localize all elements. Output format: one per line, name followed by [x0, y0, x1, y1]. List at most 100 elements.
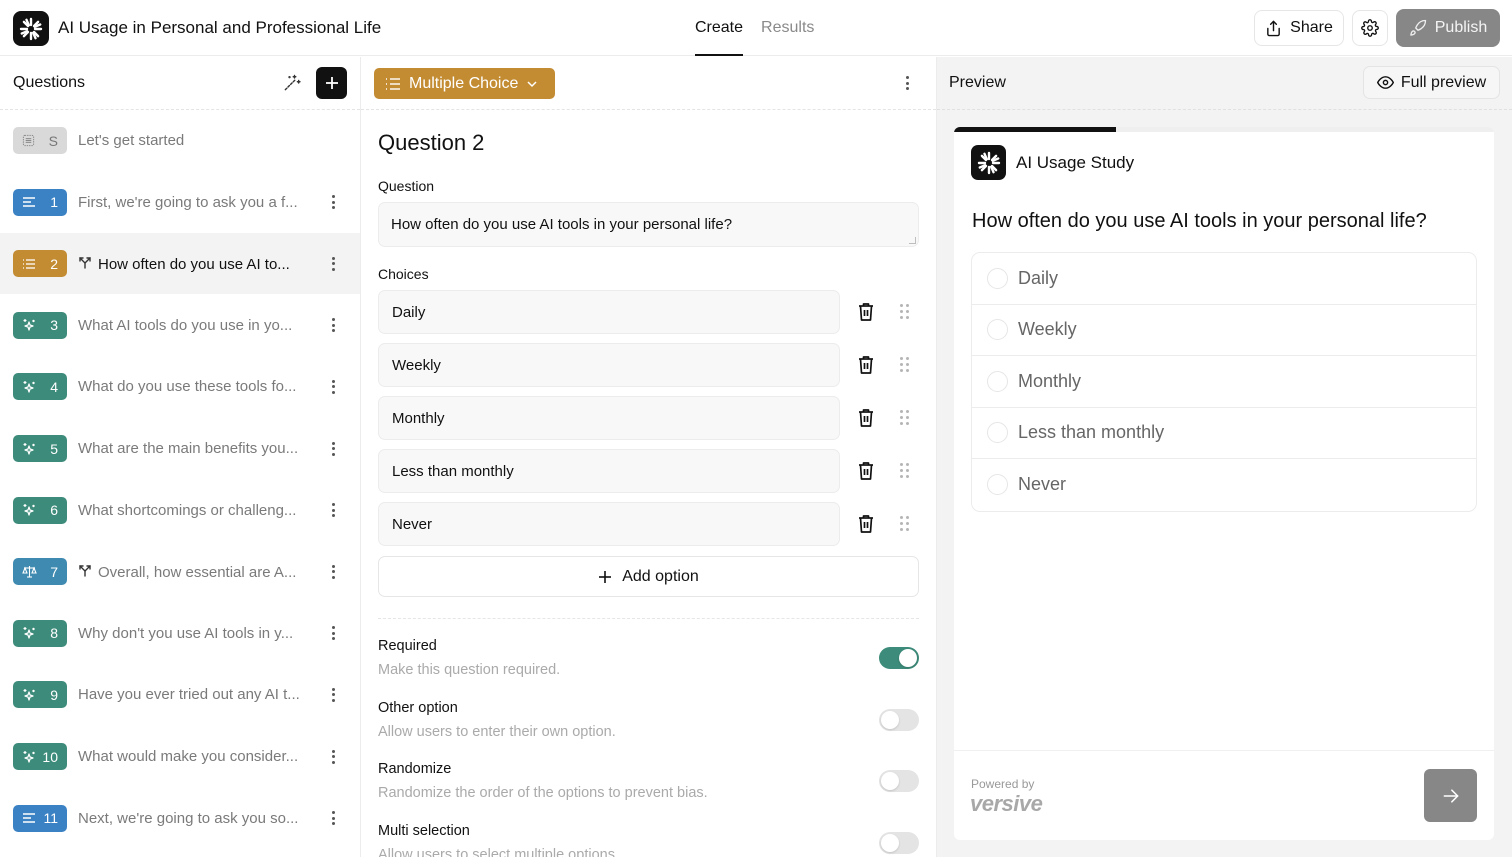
publish-button[interactable]: Publish — [1396, 9, 1500, 47]
brand-logo: versive — [970, 791, 1043, 816]
question-item-11[interactable]: 11 Next, we're going to ask you so... — [0, 788, 360, 849]
question-label: Question — [378, 178, 435, 194]
question-item-6[interactable]: 6 What shortcomings or challeng... — [0, 480, 360, 541]
question-item-label: First, we're going to ask you a f... — [78, 193, 298, 211]
tab-results[interactable]: Results — [761, 0, 814, 56]
choice-input[interactable]: Less than monthly — [378, 449, 840, 493]
trash-icon[interactable] — [857, 408, 875, 428]
toggle-multi-selection[interactable] — [879, 832, 919, 855]
question-item-menu[interactable] — [326, 623, 340, 643]
radio-button[interactable] — [987, 474, 1008, 496]
question-badge: 5 — [13, 435, 67, 462]
branch-logic-icon — [78, 255, 92, 272]
question-item-1[interactable]: 1 First, we're going to ask you a f... — [0, 172, 360, 233]
question-item-5[interactable]: 5 What are the main benefits you... — [0, 418, 360, 479]
question-item-menu[interactable] — [326, 192, 340, 212]
radio-button[interactable] — [987, 422, 1008, 444]
share-label: Share — [1290, 19, 1333, 36]
preview-option[interactable]: Weekly — [972, 305, 1476, 356]
toggle-other-option[interactable] — [879, 708, 919, 731]
question-badge: 7 — [13, 558, 67, 586]
question-editor: Multiple Choice Question 2 Question How … — [361, 57, 937, 857]
question-number: 5 — [50, 440, 58, 457]
choice-input[interactable]: Never — [378, 502, 840, 546]
question-item-menu[interactable] — [326, 562, 340, 582]
question-options-menu[interactable] — [900, 73, 914, 93]
question-badge: 6 — [13, 496, 67, 524]
question-item-text: Have you ever tried out any AI t... — [78, 686, 300, 703]
question-item-menu[interactable] — [326, 808, 340, 828]
question-item-menu[interactable] — [326, 315, 340, 335]
trash-icon[interactable] — [857, 355, 875, 375]
radio-button[interactable] — [987, 267, 1008, 289]
drag-handle-icon[interactable] — [900, 463, 910, 479]
question-item-menu[interactable] — [326, 747, 340, 767]
toggle-randomize[interactable] — [879, 770, 919, 793]
question-item-4[interactable]: 4 What do you use these tools fo... — [0, 356, 360, 417]
preview-option-label: Less than monthly — [1018, 422, 1165, 443]
powered-by-text: Powered by — [971, 777, 1035, 791]
question-item-7[interactable]: 7 Overall, how essential are A... — [0, 541, 360, 602]
question-type-dropdown[interactable]: Multiple Choice — [374, 68, 555, 99]
question-item-label: What are the main benefits you... — [78, 440, 299, 457]
question-item-menu[interactable] — [326, 500, 340, 520]
sparkles-icon — [22, 380, 36, 394]
preview-option[interactable]: Monthly — [972, 356, 1476, 408]
trash-icon[interactable] — [857, 302, 875, 322]
radio-button[interactable] — [987, 319, 1008, 341]
trash-icon[interactable] — [857, 461, 875, 481]
full-preview-button[interactable]: Full preview — [1363, 66, 1500, 99]
sunburst-logo-icon — [977, 151, 1000, 174]
question-textarea[interactable]: How often do you use AI tools in your pe… — [378, 202, 919, 247]
add-question-button[interactable] — [316, 67, 347, 99]
question-number: S — [48, 132, 58, 149]
sparkles-icon — [22, 318, 36, 332]
setting-description: Make this question required. — [378, 662, 561, 678]
question-item-menu[interactable] — [326, 254, 340, 274]
preview-option[interactable]: Never — [972, 459, 1476, 511]
tab-create[interactable]: Create — [695, 0, 744, 56]
question-badge: S — [13, 127, 67, 154]
choice-input[interactable]: Weekly — [378, 343, 840, 387]
share-button[interactable]: Share — [1254, 10, 1344, 46]
radio-button[interactable] — [987, 370, 1008, 392]
resize-handle[interactable] — [909, 237, 916, 244]
question-item-s[interactable]: S Let's get started — [0, 110, 360, 171]
app-logo — [13, 11, 49, 46]
drag-handle-icon[interactable] — [900, 516, 910, 532]
question-item-3[interactable]: 3 What AI tools do you use in yo... — [0, 295, 360, 356]
sparkles-icon — [22, 688, 36, 702]
choice-input[interactable]: Daily — [378, 290, 840, 334]
question-badge: 11 — [13, 804, 67, 832]
preview-option[interactable]: Less than monthly — [972, 408, 1476, 459]
toggle-required[interactable] — [879, 647, 919, 669]
text-lines-icon — [22, 196, 36, 208]
questions-title: Questions — [13, 74, 86, 91]
question-item-10[interactable]: 10 What would make you consider... — [0, 726, 360, 787]
question-item-text: What are the main benefits you... — [78, 440, 298, 457]
drag-handle-icon[interactable] — [900, 410, 910, 426]
question-type-label: Multiple Choice — [409, 74, 519, 92]
drag-handle-icon[interactable] — [900, 304, 910, 320]
plus-icon — [325, 77, 338, 89]
question-item-9[interactable]: 9 Have you ever tried out any AI t... — [0, 664, 360, 725]
trash-icon[interactable] — [857, 514, 875, 534]
settings-button[interactable] — [1352, 10, 1388, 46]
question-number: 1 — [50, 194, 58, 211]
add-option-label: Add option — [622, 567, 699, 585]
question-item-menu[interactable] — [326, 685, 340, 705]
question-item-2[interactable]: 2 How often do you use AI to... — [0, 233, 360, 295]
sparkles-icon — [22, 750, 36, 764]
next-button[interactable] — [1424, 769, 1477, 822]
preview-header: Preview Full preview — [937, 57, 1512, 110]
choice-input[interactable]: Monthly — [378, 396, 840, 440]
question-number: 3 — [50, 317, 58, 334]
text-lines-icon — [22, 812, 36, 824]
question-item-menu[interactable] — [326, 377, 340, 397]
magic-wand-icon[interactable] — [282, 73, 302, 93]
preview-option[interactable]: Daily — [972, 253, 1476, 305]
drag-handle-icon[interactable] — [900, 357, 910, 373]
add-option-button[interactable]: Add option — [378, 556, 919, 597]
question-item-8[interactable]: 8 Why don't you use AI tools in y... — [0, 603, 360, 664]
question-item-menu[interactable] — [326, 439, 340, 459]
